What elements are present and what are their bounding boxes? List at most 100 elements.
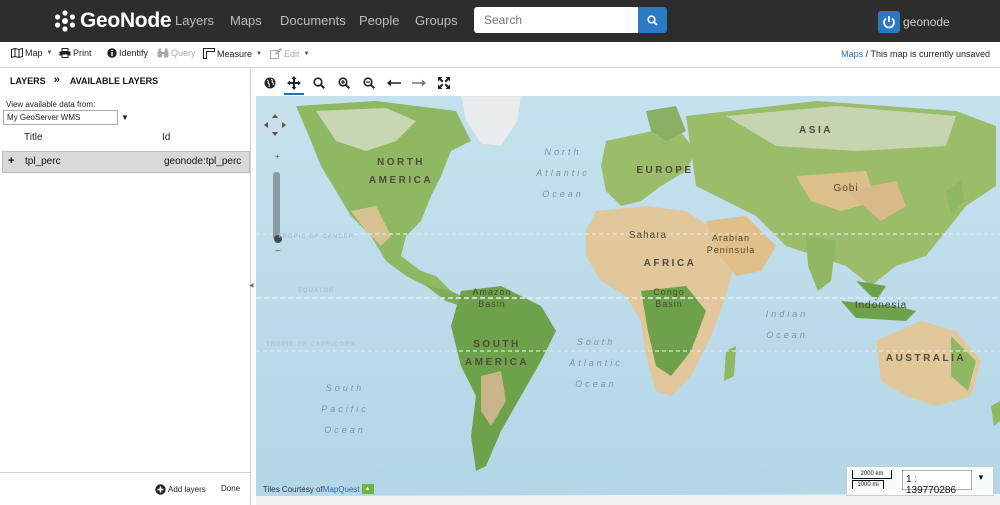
tab-layers[interactable]: LAYERS	[10, 76, 46, 86]
scale-line-km: 2000 km	[852, 470, 892, 479]
map-attribution: Tiles Courtesy of MapQuest ▲	[263, 484, 374, 494]
south-america-label: SOUTH AMERICA	[464, 339, 530, 368]
north-america-label: NORTH AMERICA	[368, 157, 434, 186]
zoom-in-button[interactable]: +	[275, 152, 280, 161]
chevron-down-icon[interactable]: ▼	[121, 113, 129, 122]
map-status: Maps / This map is currently unsaved	[841, 49, 990, 59]
pan-control[interactable]	[260, 110, 290, 140]
avatar	[878, 11, 900, 33]
print-label: Print	[73, 48, 92, 58]
nav-link-groups[interactable]: Groups	[415, 13, 458, 28]
equator-label: EQUATOR	[298, 288, 335, 294]
query-button[interactable]: Query	[157, 48, 196, 58]
add-layers-button[interactable]: Add layers	[155, 484, 206, 495]
collapse-handle[interactable]: ◀	[249, 282, 254, 289]
history-back-button[interactable]	[386, 75, 402, 91]
arrow-right-icon	[412, 79, 426, 87]
done-button[interactable]: Done	[221, 484, 240, 493]
asia-label: ASIA	[799, 125, 833, 136]
chevron-down-icon: ▼	[303, 50, 310, 57]
africa-label: AFRICA	[643, 258, 697, 269]
globe-button[interactable]	[262, 75, 278, 91]
edit-label: Edit	[284, 48, 300, 59]
username: geonode	[903, 15, 950, 29]
measure-menu-button[interactable]: Measure ▼	[203, 48, 262, 59]
zoom-box-button[interactable]	[311, 75, 327, 91]
mapquest-link[interactable]: MapQuest	[323, 485, 360, 494]
source-select[interactable]: My GeoServer WMS	[3, 110, 118, 125]
query-label: Query	[171, 48, 196, 58]
search-button[interactable]	[638, 7, 667, 33]
mapquest-logo-icon: ▲	[361, 484, 374, 494]
zoom-in-button[interactable]	[336, 75, 352, 91]
column-header-id[interactable]: Id	[162, 132, 170, 143]
identify-button[interactable]: Identify	[107, 48, 148, 58]
nav-link-maps[interactable]: Maps	[230, 13, 262, 28]
tab-available-layers[interactable]: AVAILABLE LAYERS	[70, 76, 158, 86]
panel-tabs: LAYERS » AVAILABLE LAYERS	[10, 74, 158, 86]
australia-label: AUSTRALIA	[885, 353, 967, 364]
active-tool-indicator	[284, 93, 304, 95]
layer-id: geonode:tpl_perc	[164, 156, 242, 167]
map-toolbar: Map ▼ Print Identify Query Measure ▼ Edi…	[0, 42, 1000, 68]
layer-title: tpl_perc	[25, 156, 61, 167]
brand-name: GeoNode	[80, 9, 172, 32]
arrow-left-icon	[387, 79, 401, 87]
globe-icon	[264, 77, 276, 89]
fullscreen-button[interactable]	[436, 75, 452, 91]
tropic-of-cancer-label: TROPIC OF CANCER	[278, 234, 354, 240]
panel-footer: Add layers Done	[0, 472, 251, 505]
add-layers-label: Add layers	[168, 485, 206, 494]
layers-panel: LAYERS » AVAILABLE LAYERS View available…	[0, 69, 251, 505]
scale-widget: 2000 km 1000 mi 1 : 139770286 ▼	[846, 466, 994, 496]
nav-link-people[interactable]: People	[359, 13, 399, 28]
search-icon	[647, 14, 658, 26]
europe-label: EUROPE	[636, 165, 694, 176]
arabian-peninsula-label: Arabian Peninsula	[706, 233, 756, 255]
nav-link-layers[interactable]: Layers	[175, 13, 214, 28]
expand-icon	[438, 77, 450, 89]
breadcrumb-maps-link[interactable]: Maps	[841, 49, 863, 59]
sahara-label: Sahara	[628, 230, 668, 241]
zoom-out-button[interactable]: −	[275, 246, 281, 257]
print-button[interactable]: Print	[59, 48, 92, 58]
expand-icon[interactable]: +	[8, 155, 14, 167]
geonode-logo-icon	[55, 10, 75, 32]
zoom-out-icon	[363, 77, 375, 89]
map-viewport[interactable]: + − TROPIC OF CANCER EQUATOR TROPIC OF C…	[256, 96, 1000, 505]
zoom-slider[interactable]	[273, 172, 280, 240]
column-header-title[interactable]: Title	[24, 132, 43, 143]
north-atlantic-label: North Atlantic Ocean	[536, 147, 590, 199]
info-icon	[107, 48, 117, 58]
search-input[interactable]	[474, 7, 638, 33]
breadcrumb-separator: »	[53, 74, 60, 86]
brand-logo[interactable]: GeoNode	[54, 8, 172, 34]
magnifier-icon	[313, 77, 325, 89]
zoom-in-icon	[338, 77, 350, 89]
amazon-basin-label: Amazon Basin	[472, 287, 512, 309]
gobi-label: Gobi	[833, 183, 859, 194]
edit-menu-button[interactable]: Edit ▼	[270, 48, 309, 59]
chevron-down-icon: ▼	[46, 50, 53, 56]
move-icon	[287, 76, 301, 90]
map-menu-button[interactable]: Map ▼	[11, 48, 52, 58]
nav-link-documents[interactable]: Documents	[280, 13, 346, 28]
history-forward-button[interactable]	[411, 75, 427, 91]
zoom-out-button[interactable]	[361, 75, 377, 91]
map-save-status: / This map is currently unsaved	[865, 49, 990, 59]
pan-button[interactable]	[286, 75, 302, 91]
attribution-text: Tiles Courtesy of	[263, 484, 323, 494]
map-menu-label: Map	[25, 48, 43, 58]
table-row[interactable]: + tpl_perc geonode:tpl_perc	[2, 151, 250, 173]
user-menu[interactable]: geonode	[878, 11, 950, 33]
scale-select[interactable]: 1 : 139770286	[902, 470, 972, 496]
congo-basin-label: Congo Basin	[653, 287, 685, 309]
chevron-down-icon[interactable]: ▼	[977, 473, 985, 482]
plus-circle-icon	[155, 484, 166, 495]
chevron-down-icon: ▼	[256, 50, 262, 57]
indonesia-label: Indonesia	[854, 300, 908, 311]
source-label: View available data from:	[6, 100, 96, 109]
print-icon	[59, 48, 71, 58]
binoculars-icon	[157, 48, 169, 58]
top-navbar: GeoNode Layers Maps Documents People Gro…	[0, 0, 1000, 42]
